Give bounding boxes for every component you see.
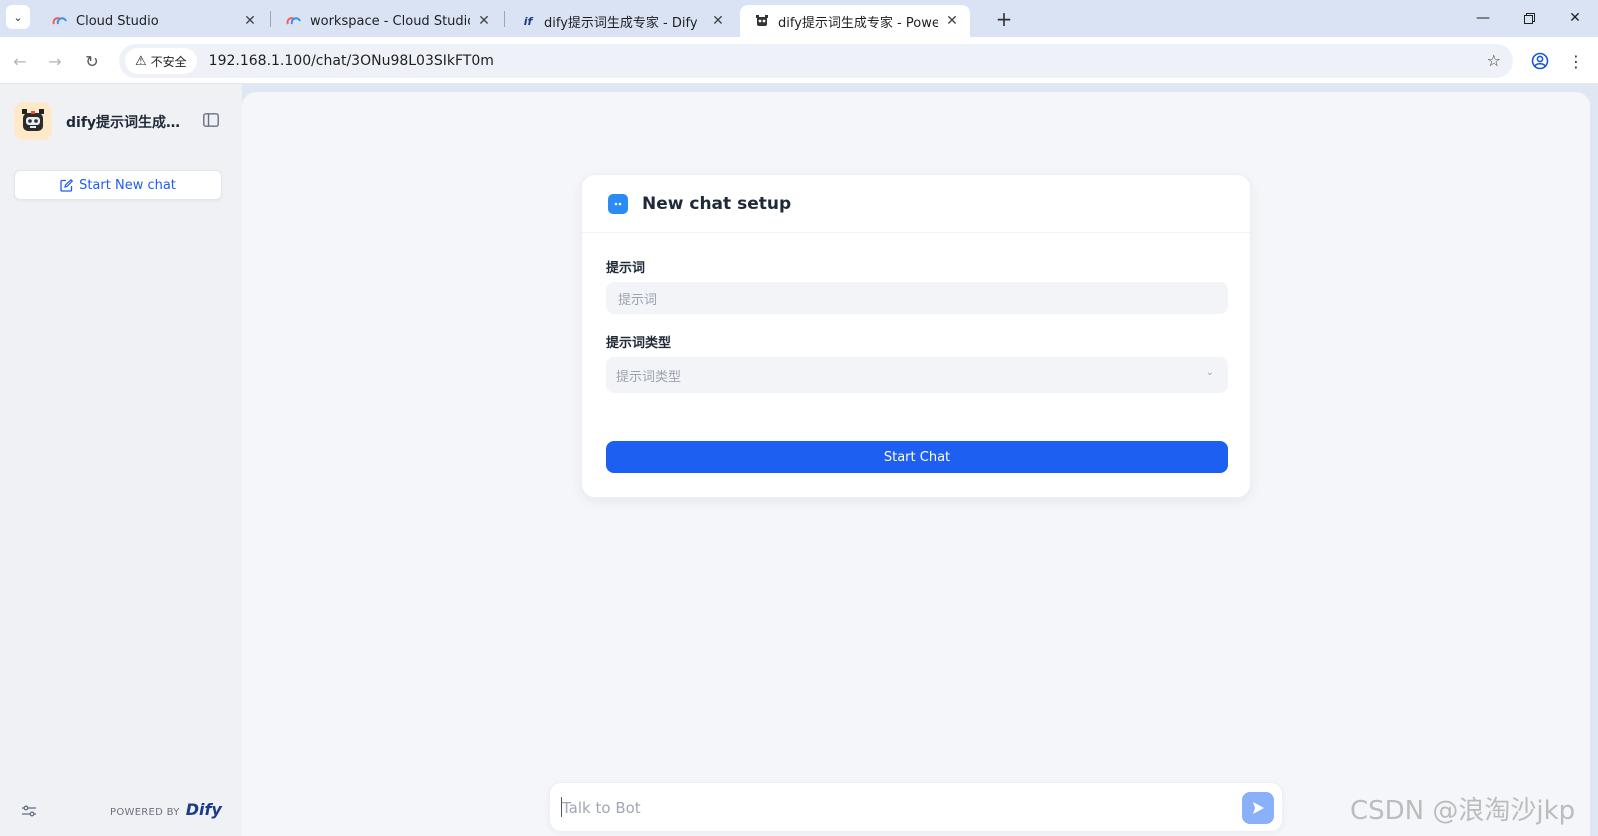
warning-triangle-icon: ⚠ (135, 53, 147, 69)
prompt-type-placeholder: 提示词类型 (616, 369, 682, 385)
restore-icon[interactable] (1506, 4, 1552, 32)
prompt-type-select[interactable]: 提示词类型 ⌄ (606, 357, 1228, 393)
start-chat-button[interactable]: Start Chat (606, 441, 1228, 473)
prompt-type-field-label: 提示词类型 (606, 336, 672, 351)
app-name: dify提示词生成专家 (66, 115, 186, 131)
tab-divider (270, 11, 271, 27)
tab-divider (504, 11, 505, 27)
window-close-icon[interactable]: ✕ (1552, 4, 1598, 32)
start-new-chat-label: Start New chat (79, 177, 176, 193)
security-label: 不安全 (150, 54, 187, 69)
prompt-field-label: 提示词 (606, 261, 646, 276)
chat-input-placeholder: Talk to Bot (562, 799, 641, 817)
cloud-studio-favicon-icon (286, 13, 302, 29)
tab-title: workspace - Cloud Studio (310, 13, 470, 29)
chevron-down-icon: ⌄ (13, 10, 23, 24)
start-new-chat-button[interactable]: Start New chat (14, 170, 222, 200)
csdn-watermark: CSDN @浪淘沙jkp (1350, 796, 1576, 826)
app-robot-icon (14, 102, 52, 140)
security-indicator[interactable]: ⚠ 不安全 (125, 48, 197, 74)
profile-icon[interactable] (1528, 49, 1552, 73)
close-icon[interactable]: ✕ (710, 13, 726, 29)
tab-cloud-studio[interactable]: Cloud Studio ✕ (38, 5, 268, 37)
send-icon (1253, 802, 1264, 814)
new-tab-button[interactable]: + (992, 7, 1016, 31)
forward-arrow-icon[interactable]: → (43, 49, 67, 73)
browser-toolbar: ← → ↻ ⚠ 不安全 192.168.1.100/chat/3ONu98L03… (0, 37, 1598, 84)
more-menu-icon[interactable]: ⋮ (1564, 49, 1588, 73)
browser-tabstrip: ⌄ Cloud Studio ✕ workspace - Cloud Studi… (0, 0, 1598, 37)
back-arrow-icon[interactable]: ← (8, 49, 32, 73)
edit-icon (60, 178, 74, 192)
bookmark-star-icon[interactable]: ☆ (1487, 51, 1501, 70)
chat-input-box[interactable]: Talk to Bot (549, 782, 1283, 832)
close-icon[interactable]: ✕ (476, 13, 492, 29)
cloud-studio-favicon-icon (52, 13, 68, 29)
chat-bot-icon (608, 193, 628, 214)
powered-by-label: POWERED BY (110, 807, 180, 818)
address-bar[interactable]: ⚠ 不安全 192.168.1.100/chat/3ONu98L03SIkFT0… (119, 44, 1513, 78)
reload-icon[interactable]: ↻ (80, 49, 104, 73)
powered-by-dify[interactable]: POWERED BY Dify (110, 800, 222, 819)
close-icon[interactable]: ✕ (944, 13, 960, 29)
minimize-icon[interactable]: — (1460, 4, 1506, 32)
tab-dify-chat-active[interactable]: dify提示词生成专家 - Powered by Dify ✕ (740, 5, 970, 37)
tab-workspace-cloud-studio[interactable]: workspace - Cloud Studio ✕ (272, 5, 502, 37)
tab-title: dify提示词生成专家 - Powered by Dify (778, 15, 938, 31)
main-content: New chat setup 提示词 提示词 提示词类型 提示词类型 ⌄ Sta… (242, 92, 1590, 836)
card-header: New chat setup (582, 175, 1250, 233)
dify-favicon-icon: if (523, 14, 533, 28)
tab-search-dropdown[interactable]: ⌄ (6, 5, 30, 29)
chevron-down-icon: ⌄ (1205, 367, 1214, 378)
sidebar-toggle-icon[interactable] (201, 110, 221, 130)
card-title: New chat setup (642, 193, 792, 214)
tab-title: dify提示词生成专家 - Dify (544, 15, 698, 31)
settings-sliders-icon[interactable] (20, 802, 38, 820)
dify-logo: Dify (185, 800, 222, 819)
url-text[interactable]: 192.168.1.100/chat/3ONu98L03SIkFT0m (209, 53, 494, 69)
prompt-input[interactable]: 提示词 (606, 282, 1228, 314)
new-chat-setup-card: New chat setup 提示词 提示词 提示词类型 提示词类型 ⌄ Sta… (581, 174, 1251, 498)
sidebar: dify提示词生成专家 Start New chat POWERED BY Di… (0, 84, 242, 836)
tab-title: Cloud Studio (76, 13, 159, 29)
close-icon[interactable]: ✕ (242, 13, 258, 29)
tab-dify-studio[interactable]: if dify提示词生成专家 - Dify ✕ (506, 5, 736, 37)
robot-favicon-icon (754, 13, 770, 29)
send-button[interactable] (1242, 792, 1274, 824)
